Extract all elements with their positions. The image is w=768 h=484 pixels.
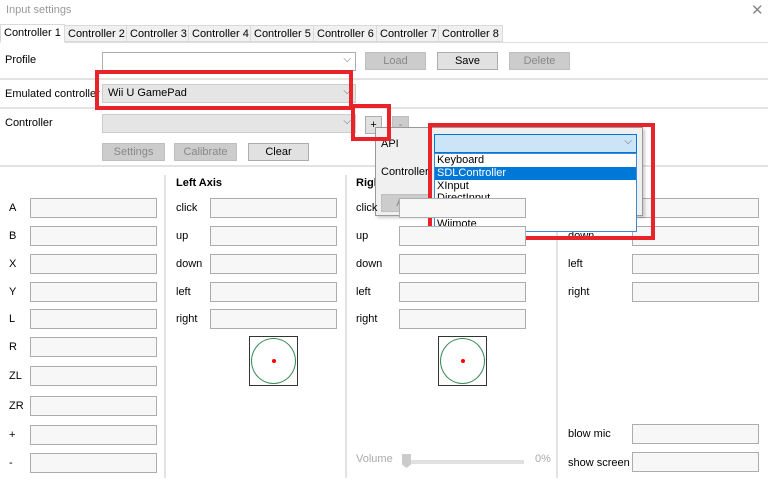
left-axis-left-input[interactable]: [210, 282, 337, 302]
show-screen-input[interactable]: [632, 452, 759, 472]
controller-combo[interactable]: ⌵: [102, 114, 356, 133]
chevron-down-icon: ⌵: [343, 54, 351, 65]
left-axis-right-input[interactable]: [210, 309, 337, 329]
blow-mic-input[interactable]: [632, 424, 759, 444]
settings-button[interactable]: Settings: [102, 143, 165, 161]
button-label-8: +: [9, 429, 16, 441]
button-mapping-input[interactable]: [30, 366, 157, 386]
column-divider: [345, 175, 347, 478]
calibrate-button[interactable]: Calibrate: [174, 143, 237, 161]
button-mapping-input[interactable]: [30, 309, 157, 329]
button-mapping-input[interactable]: [30, 282, 157, 302]
extra-left-input[interactable]: [632, 254, 759, 274]
tab-controller-1[interactable]: Controller 1: [0, 24, 65, 43]
tab-controller-3[interactable]: Controller 3: [126, 25, 189, 42]
right-axis-down-label: down: [356, 258, 383, 270]
load-button[interactable]: Load: [365, 52, 426, 70]
left-axis-title: Left Axis: [176, 177, 223, 189]
button-label-3: Y: [9, 286, 17, 298]
right-axis-down-input[interactable]: [399, 254, 526, 274]
button-label-7: ZR: [9, 400, 24, 412]
highlight-box: [351, 104, 391, 141]
button-label-9: -: [9, 457, 13, 469]
right-stick-preview: [438, 336, 487, 386]
clear-button[interactable]: Clear: [248, 143, 309, 161]
button-mapping-input[interactable]: [30, 198, 157, 218]
highlight-box: [428, 123, 655, 240]
left-axis-up-label: up: [176, 230, 189, 242]
controller-label: Controller: [5, 117, 53, 129]
tab-controller-4[interactable]: Controller 4: [188, 25, 251, 42]
right-axis-up-label: up: [356, 230, 369, 242]
right-axis-up-input[interactable]: [399, 226, 526, 246]
chevron-down-icon: ⌵: [343, 116, 351, 127]
button-mapping-input[interactable]: [30, 226, 157, 246]
profile-combo[interactable]: ⌵: [102, 52, 356, 71]
left-axis-down-label: down: [176, 258, 203, 270]
right-axis-click-input[interactable]: [399, 198, 526, 218]
profile-label: Profile: [5, 54, 37, 66]
tab-controller-8[interactable]: Controller 8: [438, 25, 503, 42]
column-divider: [164, 175, 166, 478]
volume-slider-track[interactable]: [402, 460, 524, 464]
volume-label: Volume: [356, 453, 393, 465]
extra-right-label: right: [568, 286, 590, 298]
tab-controller-6[interactable]: Controller 6: [313, 25, 377, 42]
left-stick-preview: [249, 336, 298, 386]
button-mapping-input[interactable]: [30, 425, 157, 445]
save-button[interactable]: Save: [437, 52, 498, 70]
volume-slider-thumb[interactable]: [402, 454, 411, 468]
button-mapping-input[interactable]: [30, 254, 157, 274]
popup-controller-label: Controller: [381, 166, 429, 178]
tab-controller-2[interactable]: Controller 2: [64, 25, 127, 42]
button-mapping-input[interactable]: [30, 453, 157, 473]
left-axis-up-input[interactable]: [210, 226, 337, 246]
button-label-4: L: [9, 313, 16, 325]
left-axis-down-input[interactable]: [210, 254, 337, 274]
tab-controller-7[interactable]: Controller 7: [376, 25, 439, 42]
tab-controller-5[interactable]: Controller 5: [250, 25, 314, 42]
left-axis-click-label: click: [176, 202, 198, 214]
blow-mic-label: blow mic: [568, 428, 611, 440]
right-axis-right-label: right: [356, 313, 378, 325]
emulated-controller-label: Emulated controller: [5, 88, 100, 100]
button-mapping-input[interactable]: [30, 396, 157, 416]
button-label-1: B: [9, 230, 17, 242]
highlight-box: [95, 70, 353, 110]
right-axis-right-input[interactable]: [399, 309, 526, 329]
extra-left-label: left: [568, 258, 583, 270]
extra-right-input[interactable]: [632, 282, 759, 302]
right-axis-left-label: left: [356, 286, 371, 298]
left-axis-left-label: left: [176, 286, 191, 298]
right-axis-left-input[interactable]: [399, 282, 526, 302]
button-label-5: R: [9, 341, 17, 353]
left-axis-click-input[interactable]: [210, 198, 337, 218]
button-mapping-input[interactable]: [30, 337, 157, 357]
left-axis-right-label: right: [176, 313, 198, 325]
show-screen-label: show screen: [568, 457, 630, 469]
close-icon[interactable]: ✕: [751, 1, 764, 19]
button-label-0: A: [9, 202, 17, 214]
volume-value: 0%: [535, 453, 551, 465]
right-axis-click-label: click: [356, 202, 378, 214]
window-title: Input settings: [6, 4, 72, 16]
delete-button[interactable]: Delete: [509, 52, 570, 70]
button-label-2: X: [9, 258, 17, 270]
button-label-6: ZL: [9, 370, 22, 382]
